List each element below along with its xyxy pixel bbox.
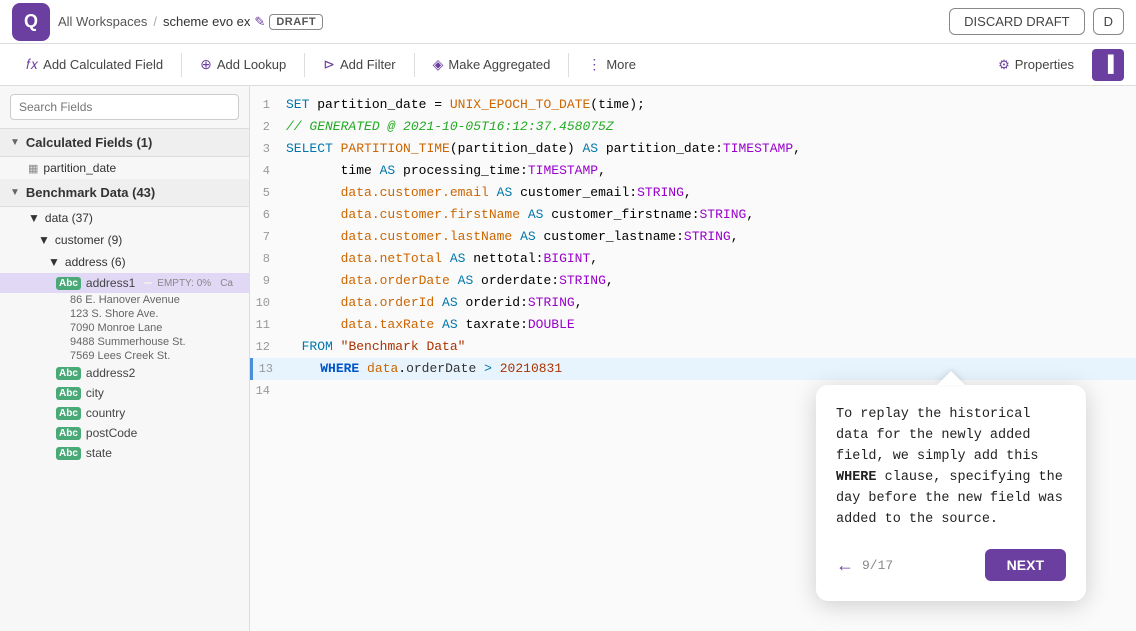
code-line-12: 12 FROM "Benchmark Data" — [250, 336, 1136, 358]
toolbar: 𝑓𝑥 Add Calculated Field ⊕ Add Lookup ⊳ A… — [0, 44, 1136, 86]
sample-2: 123 S. Shore Ave. — [0, 307, 249, 321]
toolbar-sep-2 — [304, 53, 305, 77]
benchmark-data-section: ▼ Benchmark Data (43) ▼ data (37) ▼ cust… — [0, 179, 249, 463]
discard-draft-button[interactable]: DISCARD DRAFT — [949, 8, 1084, 35]
country-field[interactable]: Abc country — [0, 403, 249, 423]
tooltip-back-button[interactable]: ← — [836, 555, 854, 576]
code-line-6: 6 data.customer.firstName AS customer_fi… — [250, 204, 1136, 226]
add-lookup-button[interactable]: ⊕ Add Lookup — [186, 50, 300, 79]
abc-badge-4: Abc — [56, 407, 81, 420]
chevron-right-icon-3: ▼ — [48, 255, 60, 269]
d-button[interactable]: D — [1093, 8, 1124, 35]
toolbar-right-panel-toggle[interactable]: ▐ — [1092, 49, 1124, 81]
lookup-icon: ⊕ — [200, 56, 212, 73]
code-editor[interactable]: 1 SET partition_date = UNIX_EPOCH_TO_DAT… — [250, 86, 1136, 631]
partition-date-item[interactable]: ▦ partition_date — [0, 157, 249, 179]
code-line-2: 2 // GENERATED @ 2021-10-05T16:12:37.458… — [250, 116, 1136, 138]
toolbar-sep-4 — [568, 53, 569, 77]
calendar-icon: ▦ — [28, 162, 38, 175]
chevron-right-icon-2: ▼ — [38, 233, 50, 247]
address-item[interactable]: ▼ address (6) — [0, 251, 249, 273]
breadcrumb: All Workspaces / scheme evo ex ✎ DRAFT — [58, 14, 323, 30]
breadcrumb-workspace[interactable]: All Workspaces — [58, 14, 147, 29]
chevron-down-icon: ▼ — [10, 137, 20, 148]
tooltip-arrow — [937, 371, 965, 385]
app-logo[interactable]: Q — [12, 3, 50, 41]
tooltip: To replay the historical data for the ne… — [816, 385, 1086, 601]
sample-4: 9488 Summerhouse St. — [0, 335, 249, 349]
address2-field[interactable]: Abc address2 — [0, 363, 249, 383]
main-layout: ▼ Calculated Fields (1) ▦ partition_date… — [0, 86, 1136, 631]
code-line-10: 10 data.orderId AS orderid:STRING, — [250, 292, 1136, 314]
toolbar-sep-3 — [414, 53, 415, 77]
aggregate-icon: ◈ — [433, 56, 444, 73]
sidebar: ▼ Calculated Fields (1) ▦ partition_date… — [0, 86, 250, 631]
tooltip-next-button[interactable]: NEXT — [985, 549, 1066, 581]
sample-3: 7090 Monroe Lane — [0, 321, 249, 335]
scheme-name: scheme evo ex ✎ DRAFT — [163, 14, 323, 30]
benchmark-data-header[interactable]: ▼ Benchmark Data (43) — [0, 179, 249, 207]
more-button[interactable]: ⋮ More — [573, 50, 650, 79]
abc-badge-5: Abc — [56, 427, 81, 440]
abc-badge-2: Abc — [56, 367, 81, 380]
abc-badge: Abc — [56, 277, 81, 290]
code-line-5: 5 data.customer.email AS customer_email:… — [250, 182, 1136, 204]
code-line-7: 7 data.customer.lastName AS customer_las… — [250, 226, 1136, 248]
breadcrumb-sep: / — [153, 14, 157, 29]
code-line-4: 4 time AS processing_time:TIMESTAMP, — [250, 160, 1136, 182]
search-fields-container — [0, 86, 249, 129]
fx-icon: 𝑓𝑥 — [26, 56, 38, 73]
code-line-9: 9 data.orderDate AS orderdate:STRING, — [250, 270, 1136, 292]
data-item[interactable]: ▼ data (37) — [0, 207, 249, 229]
code-line-13: 13 WHERE data.orderDate > 20210831 — [250, 358, 1136, 380]
add-filter-button[interactable]: ⊳ Add Filter — [309, 50, 409, 79]
sample-5: 7569 Lees Creek St. — [0, 349, 249, 363]
code-line-3: 3 SELECT PARTITION_TIME(partition_date) … — [250, 138, 1136, 160]
customer-item[interactable]: ▼ customer (9) — [0, 229, 249, 251]
chevron-down-icon-2: ▼ — [10, 187, 20, 198]
draft-badge: DRAFT — [269, 14, 323, 30]
empty-badge — [144, 282, 152, 284]
code-line-8: 8 data.netTotal AS nettotal:BIGINT, — [250, 248, 1136, 270]
code-line-11: 11 data.taxRate AS taxrate:DOUBLE — [250, 314, 1136, 336]
properties-button[interactable]: ⚙ Properties — [984, 51, 1088, 79]
app-logo-text: Q — [24, 11, 38, 32]
top-bar: Q All Workspaces / scheme evo ex ✎ DRAFT… — [0, 0, 1136, 44]
state-field[interactable]: Abc state — [0, 443, 249, 463]
tooltip-page: 9/17 — [862, 558, 977, 573]
calculated-fields-header[interactable]: ▼ Calculated Fields (1) — [0, 129, 249, 157]
search-input[interactable] — [10, 94, 239, 120]
abc-badge-6: Abc — [56, 447, 81, 460]
tooltip-footer: ← 9/17 NEXT — [836, 549, 1066, 581]
chevron-right-icon: ▼ — [28, 211, 40, 225]
edit-icon[interactable]: ✎ — [254, 14, 265, 30]
filter-icon: ⊳ — [323, 56, 335, 73]
toolbar-sep-1 — [181, 53, 182, 77]
sidebar-tree: ▼ Calculated Fields (1) ▦ partition_date… — [0, 129, 249, 631]
make-aggregated-button[interactable]: ◈ Make Aggregated — [419, 50, 565, 79]
sample-1: 86 E. Hanover Avenue — [0, 293, 249, 307]
more-icon: ⋮ — [587, 56, 601, 73]
code-lines: 1 SET partition_date = UNIX_EPOCH_TO_DAT… — [250, 86, 1136, 410]
abc-badge-3: Abc — [56, 387, 81, 400]
city-field[interactable]: Abc city — [0, 383, 249, 403]
address1-field[interactable]: Abc address1 EMPTY: 0% Ca — [0, 273, 249, 293]
postcode-field[interactable]: Abc postCode — [0, 423, 249, 443]
tooltip-text: To replay the historical data for the ne… — [836, 405, 1066, 531]
panel-icon: ▐ — [1102, 56, 1113, 74]
add-calculated-field-button[interactable]: 𝑓𝑥 Add Calculated Field — [12, 50, 177, 79]
calculated-fields-section: ▼ Calculated Fields (1) ▦ partition_date — [0, 129, 249, 179]
gear-icon: ⚙ — [998, 57, 1010, 73]
code-line-1: 1 SET partition_date = UNIX_EPOCH_TO_DAT… — [250, 94, 1136, 116]
